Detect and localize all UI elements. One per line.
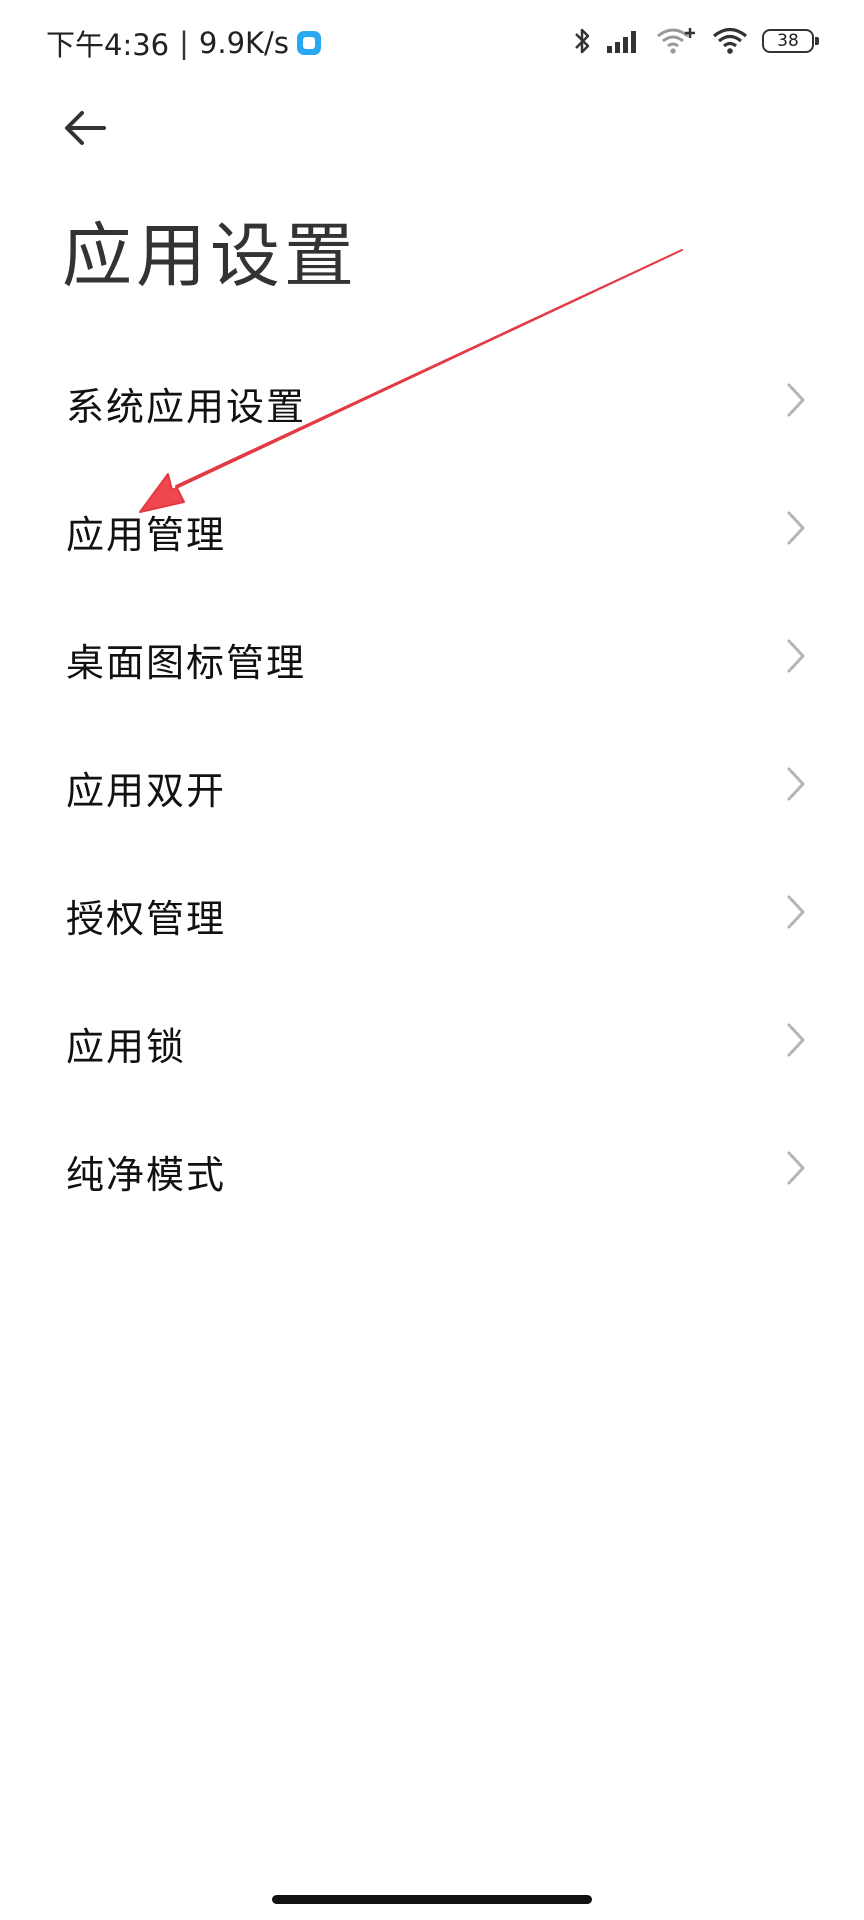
menu-item-app-lock[interactable]: 应用锁 xyxy=(0,976,864,1104)
menu-item-label: 系统应用设置 xyxy=(66,385,307,429)
menu-item-label: 应用锁 xyxy=(66,1025,187,1069)
chevron-right-icon xyxy=(787,383,805,417)
status-right: 38 xyxy=(572,26,819,56)
bluetooth-icon xyxy=(572,26,592,56)
settings-menu-list: 系统应用设置 应用管理 桌面图标管理 应用双开 授权管理 应用锁 纯净模式 xyxy=(0,336,864,1232)
chevron-right-icon xyxy=(787,1023,805,1057)
menu-item-dual-apps[interactable]: 应用双开 xyxy=(0,720,864,848)
cellular-signal-icon xyxy=(606,28,642,54)
chevron-right-icon xyxy=(787,895,805,929)
menu-item-label: 纯净模式 xyxy=(66,1153,227,1197)
back-button[interactable] xyxy=(60,104,116,152)
menu-item-pure-mode[interactable]: 纯净模式 xyxy=(0,1104,864,1232)
chevron-right-icon xyxy=(787,1151,805,1185)
network-speed: 9.9K/s xyxy=(198,26,289,60)
status-left: 下午4:36 | 9.9K/s xyxy=(46,22,321,64)
chevron-right-icon xyxy=(787,511,805,545)
menu-item-label: 应用管理 xyxy=(66,513,227,557)
battery-icon: 38 xyxy=(762,29,819,53)
menu-item-system-app-settings[interactable]: 系统应用设置 xyxy=(0,336,864,464)
wifi-plus-icon xyxy=(656,26,698,56)
chevron-right-icon xyxy=(787,639,805,673)
back-arrow-icon xyxy=(65,111,106,145)
menu-item-permissions[interactable]: 授权管理 xyxy=(0,848,864,976)
menu-item-label: 应用双开 xyxy=(66,769,227,813)
menu-item-label: 授权管理 xyxy=(66,897,227,941)
chevron-right-icon xyxy=(787,767,805,801)
menu-item-desktop-icon-management[interactable]: 桌面图标管理 xyxy=(0,592,864,720)
wifi-icon xyxy=(712,27,748,55)
status-separator: | xyxy=(179,26,189,60)
status-time: 下午4:36 xyxy=(46,28,170,62)
status-bar: 下午4:36 | 9.9K/s 38 xyxy=(0,0,864,84)
page-title: 应用设置 xyxy=(62,215,358,297)
app-notification-icon xyxy=(296,31,321,55)
battery-level: 38 xyxy=(777,31,799,51)
menu-item-app-management[interactable]: 应用管理 xyxy=(0,464,864,592)
home-indicator[interactable] xyxy=(272,1895,592,1904)
menu-item-label: 桌面图标管理 xyxy=(66,641,307,685)
